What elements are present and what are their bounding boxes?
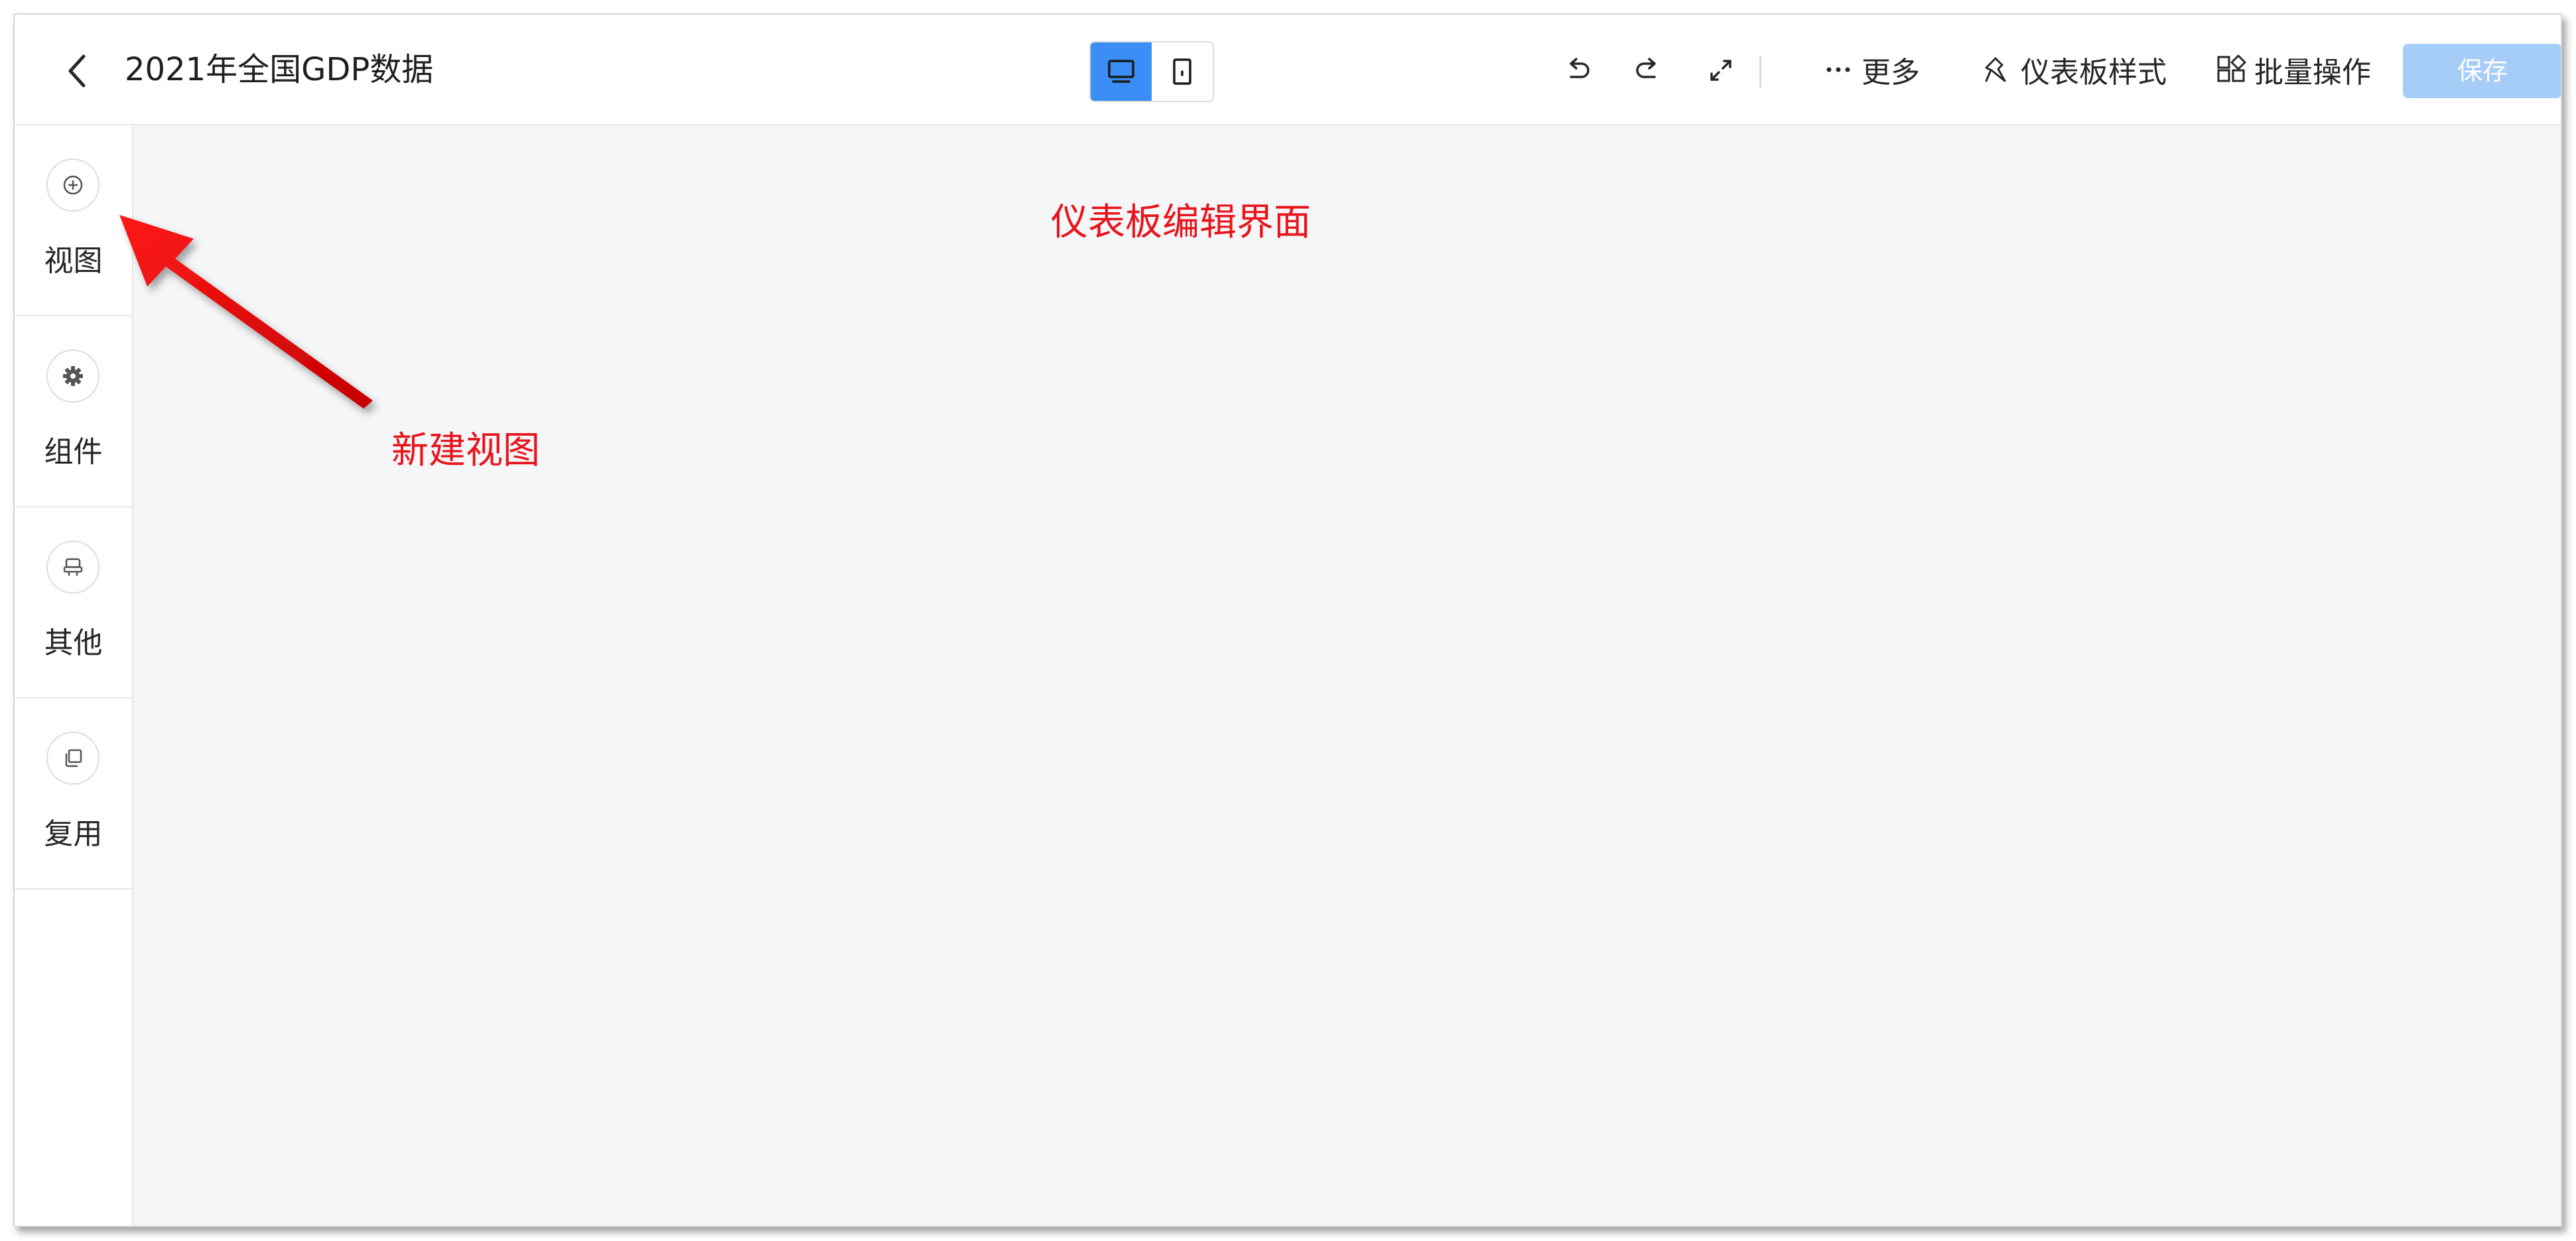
toolbar-divider: [1759, 56, 1761, 88]
gear-icon: [63, 366, 83, 386]
sidebar-item-label: 复用: [44, 817, 103, 851]
app-window: 2021年全国GDP数据 更多 仪表板样式 批量操作 保存 视图 组件 其他 复…: [13, 13, 2562, 1227]
expand-icon: [1710, 60, 1731, 81]
more-button[interactable]: 更多: [1823, 49, 1920, 90]
chevron-left-icon: [68, 54, 86, 88]
redo-icon: [1636, 58, 1656, 78]
dashboard-style-label: 仪表板样式: [2021, 56, 2167, 90]
batch-operation-label: 批量操作: [2254, 56, 2371, 90]
sidebar-item-other[interactable]: 其他: [15, 507, 132, 698]
dashboard-style-button[interactable]: 仪表板样式: [1982, 49, 2167, 90]
top-toolbar: 2021年全国GDP数据 更多 仪表板样式 批量操作 保存: [15, 15, 2561, 125]
save-button[interactable]: 保存: [2403, 44, 2561, 98]
sidebar-item-view[interactable]: 视图: [15, 125, 132, 316]
redo-button[interactable]: [1629, 52, 1666, 89]
sidebar-item-icon-wrap: [46, 541, 100, 594]
mobile-phone-icon: [1173, 58, 1191, 85]
annotation-new-view-label: 新建视图: [391, 429, 540, 472]
sidebar-item-label: 视图: [44, 244, 103, 278]
fullscreen-button[interactable]: [1702, 52, 1739, 89]
more-label: 更多: [1862, 56, 1920, 90]
brush-icon: [1985, 57, 2006, 82]
sidebar-item-label: 其他: [44, 626, 103, 660]
stamp-icon: [63, 558, 83, 576]
mobile-view-button[interactable]: [1152, 42, 1213, 101]
sidebar-item-reuse[interactable]: 复用: [15, 698, 132, 889]
plus-circle-icon: [63, 175, 83, 195]
desktop-view-button[interactable]: [1091, 42, 1152, 101]
page-title: 2021年全国GDP数据: [125, 51, 434, 88]
sidebar-item-icon-wrap: [46, 159, 100, 212]
left-sidebar: 视图 组件 其他 复用: [15, 125, 133, 1226]
dashboard-canvas[interactable]: [133, 125, 2561, 1226]
grid-select-icon: [2217, 54, 2246, 82]
back-button[interactable]: [61, 51, 94, 91]
sidebar-item-icon-wrap: [46, 350, 100, 403]
copy-icon: [65, 749, 82, 767]
desktop-monitor-icon: [1108, 60, 1134, 83]
undo-button[interactable]: [1559, 52, 1596, 89]
ellipsis-icon: [1826, 67, 1850, 72]
batch-operation-button[interactable]: 批量操作: [2216, 49, 2371, 90]
undo-icon: [1570, 58, 1590, 78]
sidebar-item-components[interactable]: 组件: [15, 316, 132, 507]
sidebar-item-icon-wrap: [46, 732, 100, 785]
annotation-canvas-label: 仪表板编辑界面: [1051, 201, 1311, 244]
sidebar-item-label: 组件: [44, 435, 103, 469]
device-toggle: [1089, 41, 1214, 102]
